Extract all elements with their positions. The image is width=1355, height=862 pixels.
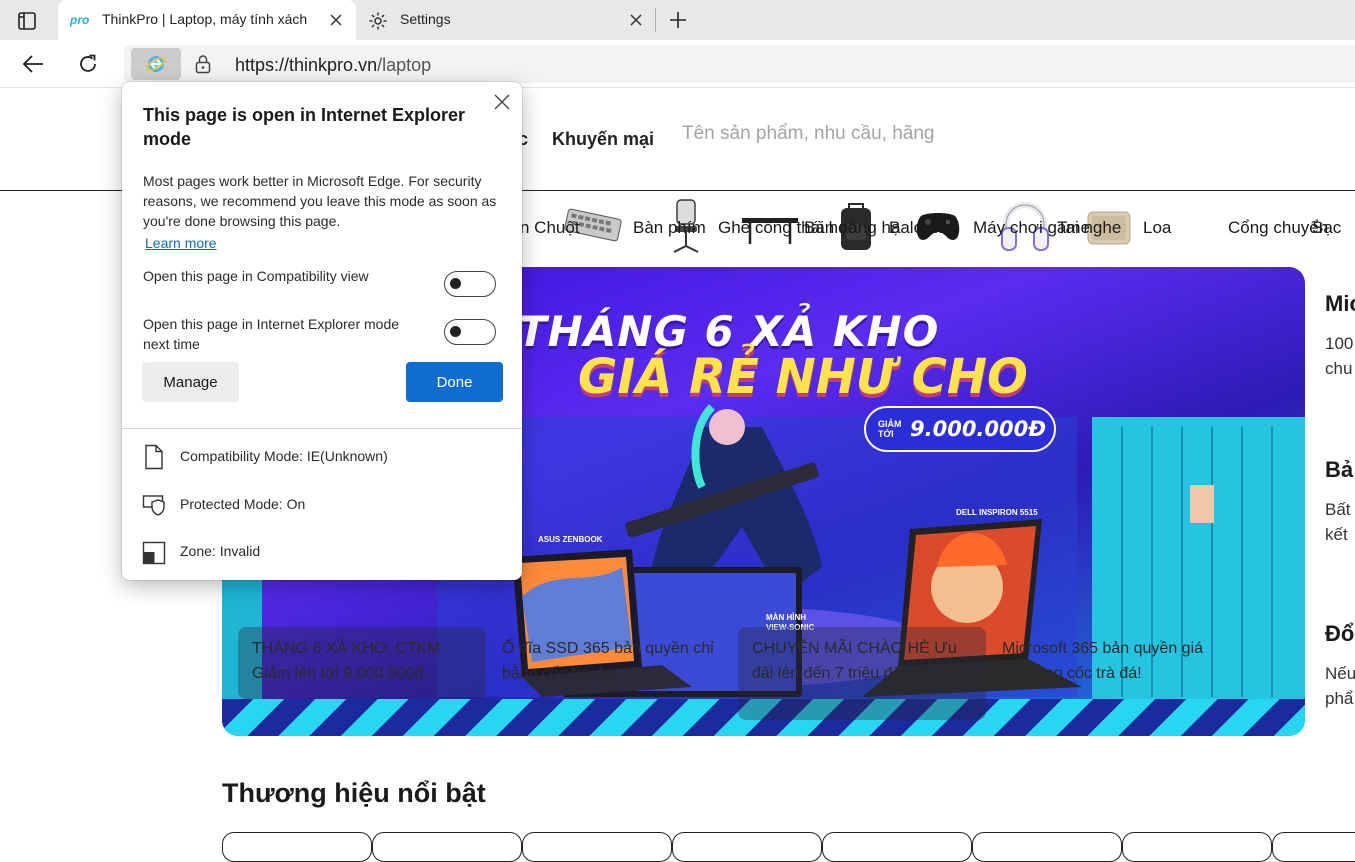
slide-tab-3[interactable]: CHUYỂN MÃI CHÀO HÈ Ưu đãi lên đến 7 triệ… — [738, 627, 986, 720]
manage-button[interactable]: Manage — [142, 362, 239, 402]
arrow-left-icon — [22, 55, 43, 73]
browser-toolbar: https://thinkpro.vn/laptop — [0, 40, 1355, 88]
category-standing-desk[interactable]: Bàn nâng hạ — [804, 218, 900, 238]
tab-title: ThinkPro | Laptop, máy tính xách — [102, 11, 308, 27]
refresh-button[interactable] — [72, 48, 104, 80]
tab-strip: pro ThinkPro | Laptop, máy tính xách Set… — [0, 0, 1355, 40]
back-button[interactable] — [17, 48, 49, 80]
shield-icon — [142, 495, 165, 516]
category-backpack[interactable]: Balo, túi — [889, 218, 950, 238]
category-mouse[interactable]: n Chuột — [520, 218, 580, 238]
ie-next-time-label: Open this page in Internet Explorer mode… — [143, 316, 400, 352]
brand-card[interactable] — [372, 832, 522, 862]
slide-tab-4[interactable]: Microsoft 365 bản quyền giá chỉ bằng cốc… — [988, 627, 1236, 699]
tab-actions-button[interactable] — [8, 8, 46, 34]
close-tab-button[interactable] — [326, 10, 346, 30]
zone-row: Zone: Invalid — [142, 539, 502, 567]
discount-badge: GIẢM TỚI 9.000.000Đ — [864, 406, 1056, 452]
tab-thinkpro[interactable]: pro ThinkPro | Laptop, máy tính xách — [58, 0, 356, 40]
brand-card[interactable] — [822, 832, 972, 862]
compat-view-label: Open this page in Compatibility view — [143, 268, 369, 284]
category-charger[interactable]: Sạc — [1312, 218, 1341, 238]
category-keyboard[interactable]: Bàn phím — [633, 218, 706, 238]
brand-card[interactable] — [222, 832, 372, 862]
lock-icon[interactable] — [194, 54, 212, 74]
tab-settings[interactable]: Settings — [356, 0, 656, 40]
card-heading-1[interactable]: Mic — [1325, 291, 1355, 317]
slide-tab-2[interactable]: Ổ đĩa SSD 365 bản quyền chỉ bằng cốc trà… — [488, 627, 736, 699]
brand-card[interactable] — [672, 832, 822, 862]
compat-view-toggle[interactable] — [444, 271, 496, 297]
card-text-1b: chu — [1325, 359, 1353, 378]
close-icon — [494, 94, 510, 110]
brand-card[interactable] — [522, 832, 672, 862]
url-path: /laptop — [377, 55, 432, 75]
inspiron-label: DELL INSPIRON 5515 — [956, 508, 1038, 517]
card-text-2b: kết — [1325, 525, 1348, 544]
brands-heading: Thương hiệu nổi bật — [222, 778, 486, 808]
card-text-3b: phẩ — [1325, 689, 1354, 708]
category-row: n Chuột Bàn phím Ghế công thái học Bàn n… — [500, 199, 1355, 258]
zenbook-label: ASUS ZENBOOK — [538, 535, 603, 544]
popup-close-button[interactable] — [490, 90, 514, 114]
banner-subheadline: GIÁ RẺ NHƯ CHO — [578, 349, 1028, 405]
popup-body: Most pages work better in Microsoft Edge… — [143, 173, 497, 229]
ie-mode-popup: This page is open in Internet Explorer m… — [122, 82, 522, 580]
new-tab-button[interactable] — [664, 6, 692, 34]
learn-more-link[interactable]: Learn more — [145, 235, 217, 251]
card-text-3a: Nếu — [1325, 664, 1355, 683]
thinkpro-logo-icon: pro — [70, 11, 92, 29]
card-heading-2[interactable]: Bả — [1325, 457, 1353, 483]
category-headphones[interactable]: Tai nghe — [1057, 218, 1121, 238]
compat-mode-text: Compatibility Mode: IE(Unknown) — [180, 448, 388, 464]
ie-mode-button[interactable] — [131, 48, 181, 80]
tab-separator — [655, 8, 656, 32]
address-bar[interactable]: https://thinkpro.vn/laptop — [124, 45, 1355, 83]
toggle-knob — [450, 326, 461, 337]
brand-card[interactable] — [1272, 832, 1355, 862]
document-icon — [145, 444, 163, 470]
plus-icon — [670, 12, 686, 28]
category-speaker[interactable]: Loa — [1143, 218, 1171, 238]
tab-actions-icon — [18, 12, 36, 30]
protected-mode-text: Protected Mode: On — [180, 496, 306, 512]
close-icon — [330, 14, 342, 26]
popup-divider — [122, 428, 522, 429]
close-icon — [630, 14, 642, 26]
banner-slides: THÁNG 6 XẢ KHO: CTKM Giảm lên tới 9.000.… — [238, 627, 1238, 720]
favicon-text: pro — [70, 13, 90, 27]
card-heading-3[interactable]: Đổ — [1325, 621, 1354, 647]
gear-icon — [368, 11, 390, 30]
card-text-2a: Bất — [1325, 500, 1351, 519]
zone-text: Zone: Invalid — [180, 543, 261, 559]
popup-title: This page is open in Internet Explorer m… — [143, 105, 466, 149]
done-button[interactable]: Done — [406, 362, 503, 402]
tab-title: Settings — [400, 11, 451, 27]
close-tab-button[interactable] — [626, 10, 646, 30]
brand-card[interactable] — [1122, 832, 1272, 862]
protected-mode-row: Protected Mode: On — [142, 492, 502, 520]
discount-badge-value: 9.000.000Đ — [910, 417, 1046, 441]
ie-next-time-toggle[interactable] — [444, 319, 496, 345]
toggle-knob — [450, 278, 461, 289]
internet-explorer-icon — [146, 56, 166, 72]
compat-mode-row: Compatibility Mode: IE(Unknown) — [142, 444, 502, 472]
card-text-1a: 100 — [1325, 334, 1354, 353]
nav-item-promotions[interactable]: Khuyến mại — [552, 129, 654, 150]
site-search-input[interactable]: Tên sản phẩm, nhu cầu, hãng — [682, 123, 934, 145]
url-text[interactable]: https://thinkpro.vn/laptop — [235, 55, 431, 76]
zone-icon — [142, 541, 166, 565]
slide-tab-1[interactable]: THÁNG 6 XẢ KHO: CTKM Giảm lên tới 9.000.… — [238, 627, 486, 699]
refresh-icon — [80, 54, 96, 72]
url-host: https://thinkpro.vn — [235, 55, 378, 75]
right-column-cards: Mic 100 chu Bả Bất kết Đổ Nếu phẩ — [1325, 285, 1355, 715]
discount-badge-label: GIẢM TỚI — [878, 419, 902, 439]
brand-card[interactable] — [972, 832, 1122, 862]
